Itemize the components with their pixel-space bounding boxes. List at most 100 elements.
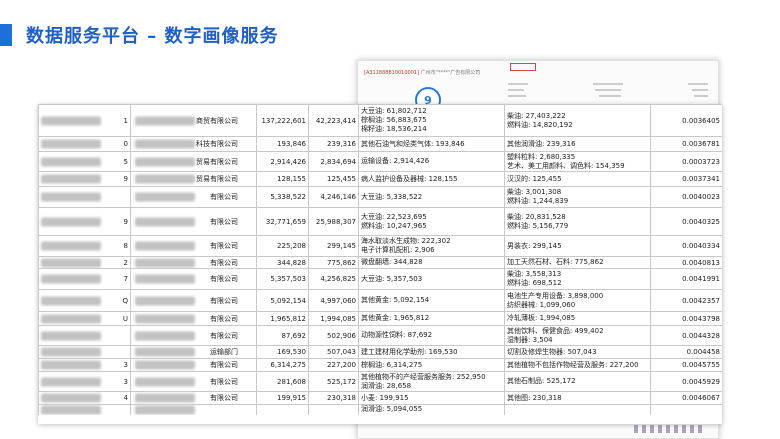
items-b-cell: 柴油: 27,403,222 燃料油: 14,820,192 — [504, 104, 651, 137]
items-a-cell: 海水取淡水生成物: 222,302 电子计算机配机: 2,906 — [358, 235, 505, 257]
items-a-cell: 小麦: 199,915 — [358, 391, 505, 405]
item-line: 棕榈油: 56,883,675 — [361, 116, 427, 124]
value-1-cell: 225,208 — [256, 235, 309, 257]
table-row: U 有限公司 1,965,812 1,994,085 其他黄金: 1,965,812 冷轧… — [38, 311, 722, 326]
company-cell: 有限公司 — [130, 235, 257, 257]
table-row: 润滑油: 5,094,055 — [38, 404, 722, 415]
redacted-mask — [41, 217, 101, 226]
value-1-cell: 5,357,503 — [256, 268, 309, 290]
redacted-mask — [41, 241, 101, 251]
items-a-cell: 动物源性饲料: 87,692 — [358, 325, 505, 346]
item-line: 润滑油: 5,094,055 — [361, 405, 423, 414]
company-name: 贸易有限公司 — [196, 157, 238, 166]
item-line: 柴油: 3,001,308 — [507, 188, 562, 196]
row-id-cell: 4 — [38, 391, 131, 405]
company-name: 有限公司 — [210, 361, 238, 369]
row-id: 2 — [123, 258, 128, 267]
table-row: 有限公司 5,338,522 4,246,146 大豆油: 5,338,522 柴油: … — [38, 186, 722, 208]
company-cell: 有限公司 — [130, 268, 257, 290]
item-line: 小麦: 199,915 — [361, 393, 409, 402]
table-row: 2 有限公司 344,828 775,862 微盘翻墙: 344,828 加工天然石材、石… — [38, 256, 722, 269]
table-row: 8 有限公司 225,208 299,145 海水取淡水生成物: 222,302 电子计算… — [38, 235, 722, 257]
redacted-mask — [135, 347, 195, 357]
value-1-cell — [256, 404, 309, 415]
row-id: U — [122, 314, 128, 323]
value-1-cell: 32,771,659 — [256, 207, 309, 236]
items-a-cell: 大豆油: 22,523,695 燃料油: 10,247,965 — [358, 207, 505, 236]
item-line: 海水取淡水生成物: 222,302 — [361, 237, 451, 245]
table-row: 有限公司 87,692 502,906 动物源性饲料: 87,692 其他饮料、保健食品… — [38, 325, 722, 346]
item-line: 润滑油: 28,658 — [361, 381, 412, 390]
table-row: 运输部门 169,530 507,043 建工建材用化学助剂: 169,530 切割及修… — [38, 345, 722, 359]
row-id: 1 — [123, 116, 128, 125]
items-a-cell: 微盘翻墙: 344,828 — [358, 256, 505, 269]
item-line: 大豆油: 22,523,695 — [361, 212, 427, 221]
items-b-cell: 汉汉的: 125,455 — [504, 171, 651, 187]
items-b-cell: 其他润滑油: 239,316 — [504, 136, 651, 152]
redacted-mask — [41, 258, 101, 267]
row-id-cell — [38, 186, 131, 208]
document-footer — [594, 425, 704, 435]
row-id-cell: 9 — [38, 207, 131, 236]
value-2-cell: 125,455 — [308, 171, 359, 187]
item-line: 其他润滑油: 239,316 — [507, 139, 576, 148]
items-a-cell: 棕榈油: 6,314,275 — [358, 358, 505, 372]
row-id: 9 — [123, 217, 128, 226]
value-1-cell: 6,314,275 — [256, 358, 309, 372]
item-line: 大豆油: 5,357,503 — [361, 274, 423, 283]
row-id-cell — [38, 404, 131, 415]
row-id-cell: 2 — [38, 256, 131, 269]
items-b-cell — [504, 404, 651, 415]
item-line: 艺术、美工用颜料、调色料: 154,359 — [507, 161, 625, 170]
redacted-mask — [135, 360, 195, 370]
value-1-cell: 344,828 — [256, 256, 309, 269]
ratio-cell: 0.0045755 — [650, 358, 722, 372]
ratio-cell: 0.0045929 — [650, 371, 722, 392]
ratio-cell: 0.0040813 — [650, 256, 722, 269]
value-1-cell: 193,846 — [256, 136, 309, 152]
company-name: 有限公司 — [210, 394, 238, 402]
redacted-mask — [135, 405, 195, 415]
company-name: 有限公司 — [210, 217, 238, 226]
ratio-cell: 0.0042357 — [650, 289, 722, 312]
value-1-cell: 5,338,522 — [256, 186, 309, 208]
company-name: 贸易有限公司 — [196, 175, 238, 183]
items-b-cell: 柴油: 3,558,313 燃料油: 698,512 — [504, 268, 651, 290]
company-data-table: 1 商贸有限公司 137,222,601 42,223,414 大豆油: 61,802,… — [38, 104, 722, 415]
item-line: 电子计算机配机: 2,906 — [361, 246, 435, 254]
items-b-cell: 其他图: 230,318 — [504, 391, 651, 405]
ratio-cell: 0.0040325 — [650, 207, 722, 236]
redacted-mask — [41, 347, 101, 357]
value-1-cell: 128,155 — [256, 171, 309, 187]
company-cell: 有限公司 — [130, 371, 257, 392]
row-id-cell: 5 — [38, 151, 131, 172]
item-line: 燃料油: 5,156,779 — [507, 221, 569, 230]
document-code: [A311888810010001] — [364, 70, 420, 76]
value-2-cell: 775,862 — [308, 256, 359, 269]
items-b-cell: 其他植物不包括作物经营及服务: 227,200 — [504, 358, 651, 372]
items-a-cell: 润滑油: 5,094,055 — [358, 404, 505, 415]
redacted-mask — [41, 377, 101, 386]
value-2-cell: 25,988,307 — [308, 207, 359, 236]
items-b-cell: 加工天然石材、石料: 775,862 — [504, 256, 651, 269]
items-a-cell: 大豆油: 5,338,522 — [358, 186, 505, 208]
item-line: 其他饮料、保健食品: 499,402 — [507, 326, 604, 335]
table-row: Q 有限公司 5,092,154 4,997,060 其他黄金: 5,092,154 电池… — [38, 289, 722, 312]
table-row: 3 有限公司 6,314,275 227,200 棕榈油: 6,314,275 其他植物不… — [38, 358, 722, 372]
items-a-cell: 建工建材用化学助剂: 169,530 — [358, 345, 505, 359]
item-line: 大豆油: 5,338,522 — [361, 192, 423, 201]
redacted-mask — [135, 157, 195, 166]
document-meta-lines — [508, 79, 708, 97]
redacted-mask — [135, 274, 195, 284]
title-accent-bar — [0, 24, 12, 46]
row-id: 7 — [123, 275, 128, 283]
footer-stamp-marks — [634, 425, 704, 433]
ratio-cell: 0.0041991 — [650, 268, 722, 290]
company-name: 科技有限公司 — [196, 140, 238, 148]
value-2-cell: 299,145 — [308, 235, 359, 257]
value-1-cell: 281,608 — [256, 371, 309, 392]
item-line: 棉籽油: 18,536,214 — [361, 125, 427, 133]
red-stamp-box — [510, 63, 536, 71]
ratio-cell: 0.004458 — [650, 345, 722, 359]
table-row: 9 有限公司 32,771,659 25,988,307 大豆油: 22,523,695… — [38, 207, 722, 236]
